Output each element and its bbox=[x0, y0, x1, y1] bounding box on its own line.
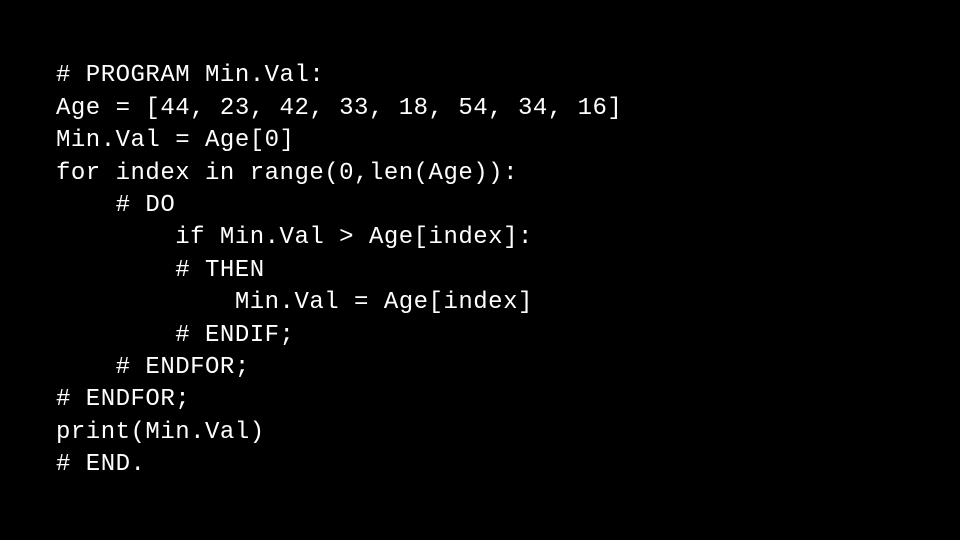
code-line: if Min.Val > Age[index]: bbox=[56, 224, 533, 251]
code-line: # THEN bbox=[56, 257, 265, 284]
code-block: # PROGRAM Min.Val: Age = [44, 23, 42, 33… bbox=[0, 0, 960, 481]
code-line: # ENDIF; bbox=[56, 322, 294, 349]
code-line: print(Min.Val) bbox=[56, 419, 265, 446]
code-line: Age = [44, 23, 42, 33, 18, 54, 34, 16] bbox=[56, 95, 622, 122]
code-line: Min.Val = Age[index] bbox=[56, 289, 533, 316]
code-line: for index in range(0,len(Age)): bbox=[56, 160, 518, 187]
code-line: Min.Val = Age[0] bbox=[56, 127, 294, 154]
code-line: # ENDFOR; bbox=[56, 386, 190, 413]
code-line: # PROGRAM Min.Val: bbox=[56, 62, 324, 89]
code-line: # DO bbox=[56, 192, 175, 219]
code-line: # ENDFOR; bbox=[56, 354, 250, 381]
code-line: # END. bbox=[56, 451, 145, 478]
